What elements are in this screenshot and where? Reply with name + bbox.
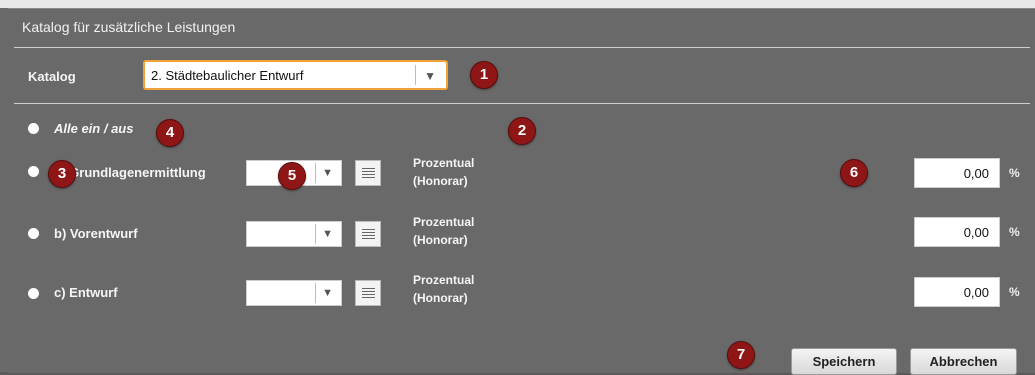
divider <box>315 163 316 183</box>
item-type-line1: Prozentual <box>413 273 475 287</box>
item-type-line2: (Honorar) <box>413 233 468 247</box>
catalog-dialog: Katalog für zusätzliche Leistungen Katal… <box>8 8 1035 375</box>
item-value: 0,00 <box>963 225 989 240</box>
item-type-line1: Prozentual <box>413 156 475 170</box>
divider <box>14 103 1030 104</box>
item-value: 0,00 <box>963 166 989 181</box>
chevron-down-icon[interactable]: ▼ <box>424 69 436 83</box>
callout-marker: 1 <box>470 61 498 89</box>
callout-marker: 4 <box>156 119 184 147</box>
percent-unit: % <box>1009 285 1020 299</box>
divider <box>14 47 1030 48</box>
callout-marker: 6 <box>840 159 868 187</box>
item-value-input-a[interactable]: 0,00 <box>914 158 1000 188</box>
chevron-down-icon[interactable]: ▼ <box>322 287 333 299</box>
item-value-input-c[interactable]: 0,00 <box>914 277 1000 307</box>
item-label-c: c) Entwurf <box>54 285 118 300</box>
item-type-c: Prozentual (Honorar) <box>413 271 474 307</box>
divider <box>415 65 416 85</box>
item-value-input-b[interactable]: 0,00 <box>914 217 1000 247</box>
toggle-all-radio[interactable] <box>28 123 39 134</box>
item-radio-c[interactable] <box>28 288 39 299</box>
item-type-line2: (Honorar) <box>413 174 468 188</box>
katalog-label: Katalog <box>28 69 76 84</box>
divider <box>315 283 316 303</box>
percent-unit: % <box>1009 166 1020 180</box>
katalog-select-value: 2. Städtebaulicher Entwurf <box>151 68 304 83</box>
callout-marker: 5 <box>278 162 306 190</box>
item-type-line1: Prozentual <box>413 215 475 229</box>
list-icon[interactable] <box>355 221 381 247</box>
item-label-b: b) Vorentwurf <box>54 226 138 241</box>
save-button[interactable]: Speichern <box>791 348 897 375</box>
item-select-c[interactable]: ▼ <box>246 280 342 306</box>
toggle-all-label[interactable]: Alle ein / aus <box>54 121 133 136</box>
katalog-select[interactable]: 2. Städtebaulicher Entwurf ▼ <box>143 60 448 90</box>
divider <box>315 224 316 244</box>
dialog-title: Katalog für zusätzliche Leistungen <box>22 19 236 35</box>
item-type-line2: (Honorar) <box>413 291 468 305</box>
item-label-a: a) Grundlagenermittlung <box>54 165 206 180</box>
chevron-down-icon[interactable]: ▼ <box>322 167 333 179</box>
background-toolbar <box>0 0 1035 8</box>
callout-marker: 2 <box>508 117 536 145</box>
item-type-b: Prozentual (Honorar) <box>413 213 474 249</box>
list-icon[interactable] <box>355 280 381 306</box>
list-icon[interactable] <box>355 160 381 186</box>
chevron-down-icon[interactable]: ▼ <box>322 228 333 240</box>
callout-marker: 7 <box>727 341 755 369</box>
percent-unit: % <box>1009 225 1020 239</box>
item-radio-b[interactable] <box>28 228 39 239</box>
item-select-b[interactable]: ▼ <box>246 221 342 247</box>
item-type-a: Prozentual (Honorar) <box>413 154 474 190</box>
item-value: 0,00 <box>963 285 989 300</box>
callout-marker: 3 <box>48 160 76 188</box>
cancel-button[interactable]: Abbrechen <box>910 348 1017 375</box>
item-radio-a[interactable] <box>28 166 39 177</box>
